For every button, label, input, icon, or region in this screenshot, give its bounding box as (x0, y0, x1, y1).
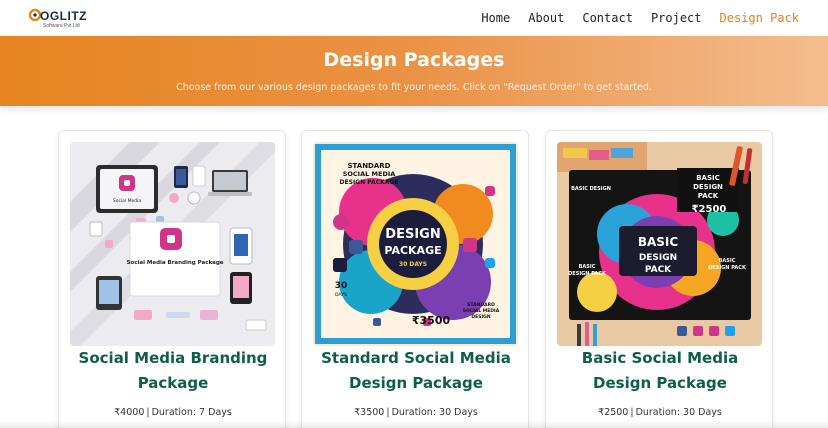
package-title: Standard Social Media Design Package (321, 349, 511, 392)
svg-text:DESIGN PACK: DESIGN PACK (708, 265, 747, 271)
svg-text:BASIC: BASIC (719, 258, 736, 264)
svg-text:DAYS: DAYS (335, 292, 347, 298)
nav-link-about[interactable]: About (528, 11, 564, 25)
logo-name: OGLITZ (40, 9, 87, 23)
nav-link-contact[interactable]: Contact (582, 11, 633, 25)
package-duration: Duration: 7 Days (151, 407, 232, 418)
svg-text:SOCIAL MEDIA: SOCIAL MEDIA (343, 170, 396, 178)
company-logo[interactable]: OGLITZ Software Pvt Ltd (28, 8, 98, 32)
image-text-center: DESIGN (385, 227, 440, 242)
svg-text:STANDARD: STANDARD (348, 162, 391, 170)
svg-text:PACKAGE: PACKAGE (384, 244, 441, 257)
svg-text:STANDARD: STANDARD (467, 302, 495, 308)
meta-separator: | (146, 407, 150, 418)
nav-link-design-pack[interactable]: Design Pack (720, 11, 799, 25)
package-price-duration: ₹4000 | Duration: 7 Days (59, 407, 287, 418)
package-price: ₹3500 (354, 407, 385, 418)
package-price-duration: ₹3500 | Duration: 30 Days (302, 407, 530, 418)
svg-text:DESIGN PACK: DESIGN PACK (568, 271, 607, 277)
navbar: OGLITZ Software Pvt Ltd Home About Conta… (0, 0, 828, 36)
package-card-branding[interactable]: Social Media Social Media Branding Packa… (58, 130, 286, 428)
image-text-price: ₹3500 (412, 314, 451, 327)
logo-tagline: Software Pvt Ltd (43, 23, 80, 29)
svg-text:PACK: PACK (645, 265, 672, 275)
svg-text:DESIGN PACKAGE: DESIGN PACKAGE (340, 179, 399, 186)
svg-text:PACK: PACK (698, 192, 719, 200)
package-price-duration: ₹2500 | Duration: 30 Days (546, 407, 774, 418)
viewport-bottom-shadow (0, 420, 828, 428)
package-card-standard[interactable]: STANDARD SOCIAL MEDIA DESIGN PACKAGE DES… (301, 130, 529, 428)
svg-text:SOCIAL MEDIA: SOCIAL MEDIA (463, 308, 500, 314)
svg-text:DESIGN: DESIGN (639, 253, 677, 263)
image-text-center: BASIC (638, 235, 679, 249)
package-duration: Duration: 30 Days (391, 407, 478, 418)
image-text-tablet: Social Media (113, 198, 142, 204)
svg-text:30 DAYS: 30 DAYS (399, 261, 427, 268)
package-card-basic[interactable]: BASIC DESIGN PACK BASIC DESIGN PACK ₹250… (545, 130, 773, 428)
meta-separator: | (386, 407, 390, 418)
page-subtitle: Choose from our various design packages … (176, 82, 652, 93)
svg-text:BASIC: BASIC (696, 174, 720, 182)
hero-banner: Design Packages Choose from our various … (0, 36, 828, 106)
package-image-basic: BASIC DESIGN PACK BASIC DESIGN PACK ₹250… (557, 142, 762, 346)
image-text-price: ₹2500 (692, 204, 727, 215)
svg-text:BASIC: BASIC (579, 264, 596, 270)
image-text-box: Social Media Branding Package (126, 260, 223, 266)
nav-link-project[interactable]: Project (651, 11, 702, 25)
package-title: Basic Social Media Design Package (581, 349, 739, 392)
nav-menu: Home About Contact Project Design Pack (481, 11, 799, 25)
svg-text:DESIGN: DESIGN (693, 183, 723, 191)
svg-text:30: 30 (335, 281, 348, 291)
package-duration: Duration: 30 Days (635, 407, 722, 418)
svg-text:BASIC DESIGN: BASIC DESIGN (571, 186, 611, 192)
nav-link-home[interactable]: Home (481, 11, 510, 25)
package-price: ₹4000 (114, 407, 145, 418)
package-image-branding: Social Media Social Media Branding Packa… (70, 142, 275, 346)
page-title: Design Packages (323, 49, 505, 71)
package-title: Social Media Branding Package (78, 349, 268, 392)
svg-text:DESIGN: DESIGN (471, 314, 490, 320)
meta-separator: | (630, 407, 634, 418)
package-image-standard: STANDARD SOCIAL MEDIA DESIGN PACKAGE DES… (313, 142, 518, 346)
package-price: ₹2500 (598, 407, 629, 418)
